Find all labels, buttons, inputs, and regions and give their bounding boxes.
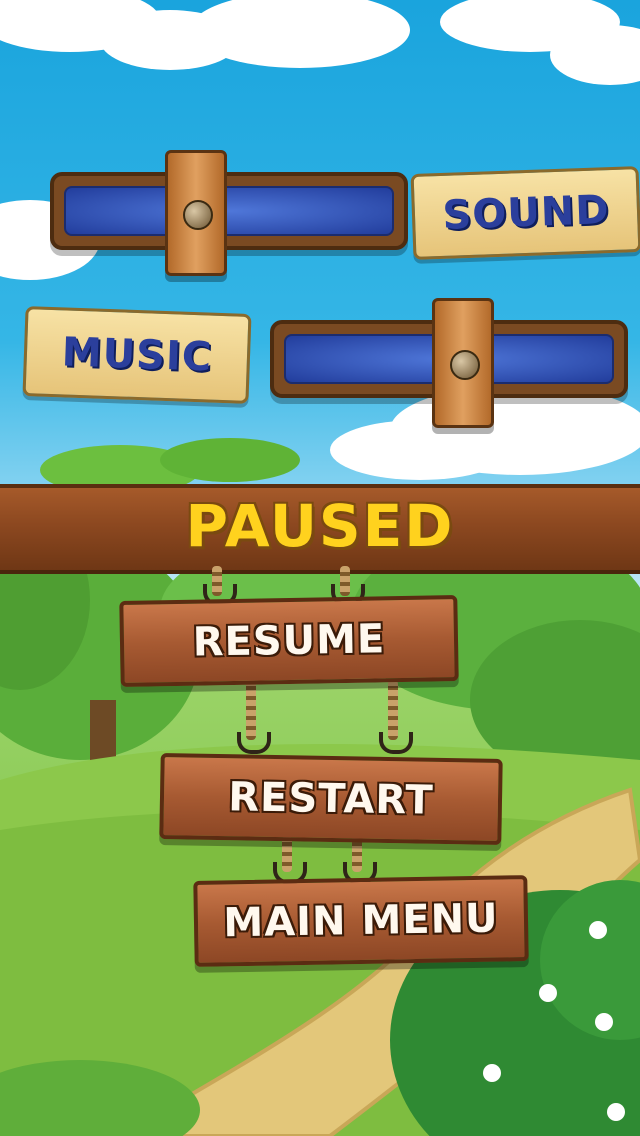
rope-icon — [246, 680, 256, 740]
main-menu-button[interactable]: MAIN MENU — [193, 875, 529, 967]
restart-label: RESTART — [227, 774, 435, 824]
resume-button[interactable]: RESUME — [119, 595, 459, 687]
sound-slider[interactable]: SOUND — [20, 150, 640, 280]
paused-beam: PAUSED — [0, 484, 640, 574]
sound-slider-handle[interactable] — [165, 150, 227, 276]
resume-label: RESUME — [192, 616, 386, 666]
sound-track-fill — [64, 186, 394, 236]
hook-icon — [237, 732, 271, 754]
music-slider-handle[interactable] — [432, 298, 494, 428]
game-scene: SOUND MUSIC PAUSED RESUME RESTART MAIN M… — [0, 0, 640, 1136]
rope-icon — [388, 680, 398, 740]
main-menu-label: MAIN MENU — [223, 895, 499, 947]
restart-button[interactable]: RESTART — [159, 753, 503, 845]
hook-icon — [379, 732, 413, 754]
page-title: PAUSED — [185, 492, 455, 560]
sound-label-tag: SOUND — [410, 166, 640, 260]
music-label: MUSIC — [61, 329, 213, 381]
bolt-icon — [450, 350, 480, 380]
sound-label: SOUND — [441, 187, 611, 239]
music-label-tag: MUSIC — [22, 306, 252, 404]
music-slider[interactable]: MUSIC — [20, 298, 640, 430]
bolt-icon — [183, 200, 213, 230]
sound-track[interactable] — [50, 172, 408, 250]
